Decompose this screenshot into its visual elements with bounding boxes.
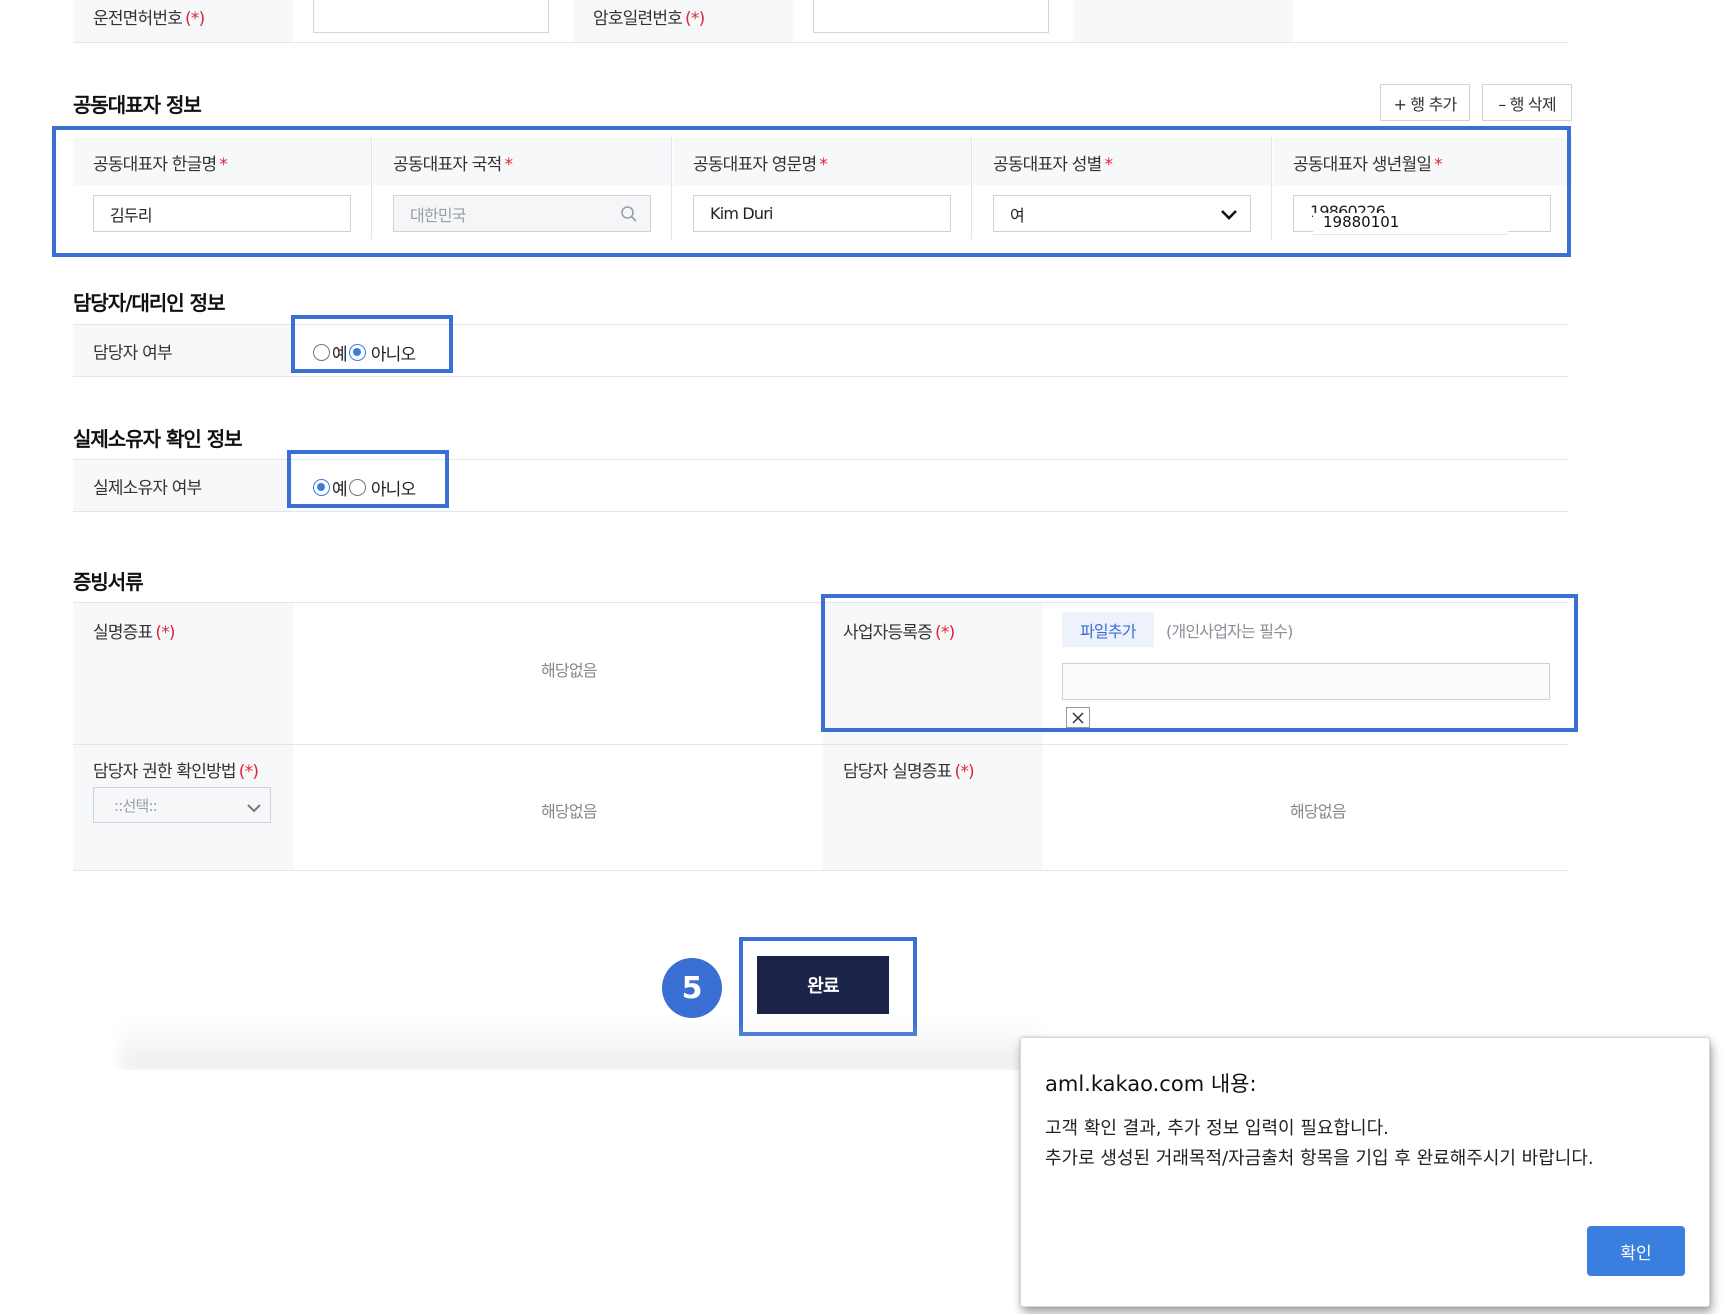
step-badge: 5: [662, 958, 722, 1018]
co-rep-title: 공동대표자 정보: [73, 93, 202, 117]
agent-id-label: 담당자 실명증표 (*): [843, 762, 975, 782]
chevron-down-icon: [246, 800, 262, 818]
serial-no-label-cell: 암호일련번호 (*): [573, 0, 793, 42]
owner-highlight: [287, 450, 449, 508]
docs-title: 증빙서류: [73, 570, 144, 594]
delete-row-button[interactable]: – 행 삭제: [1482, 84, 1572, 121]
license-row: 운전면허번호 (*) 암호일련번호 (*): [73, 0, 1569, 43]
page-blank-area: [0, 1070, 1030, 1314]
th: 담당자 여부: [73, 325, 293, 376]
dialog-message-line-1: 고객 확인 결과, 추가 정보 입력이 필요합니다.: [1045, 1118, 1389, 1139]
agent-highlight: [291, 315, 453, 373]
agent-id-value: 해당없음: [1290, 802, 1346, 821]
docs-row-2: 담당자 권한 확인방법 (*) ::선택:: 해당없음 담당자 실명증표 (*) 해…: [73, 745, 1569, 871]
co-rep-highlight: [52, 126, 1571, 257]
dialog-message-line-2: 추가로 생성된 거래목적/자금출처 항목을 기입 후 완료해주시기 바랍니다.: [1045, 1148, 1594, 1169]
dialog-ok-button[interactable]: 확인: [1587, 1226, 1685, 1276]
page: 운전면허번호 (*) 암호일련번호 (*) 공동대표자 정보 + 행 추가 – 행 …: [0, 0, 1724, 1314]
auth-method-select-value: ::선택::: [114, 796, 158, 815]
alert-dialog: aml.kakao.com 내용: 고객 확인 결과, 추가 정보 입력이 필요…: [1020, 1037, 1710, 1307]
biz-reg-highlight: [821, 594, 1578, 732]
complete-button[interactable]: 완료: [757, 956, 889, 1014]
real-name-id-cell: 실명증표 (*): [73, 603, 293, 744]
owner-title: 실제소유자 확인 정보: [73, 427, 243, 451]
license-no-input[interactable]: [313, 0, 549, 33]
auth-method-value: 해당없음: [541, 802, 597, 821]
serial-no-label: 암호일련번호 (*): [593, 9, 705, 29]
empty-label-cell: [1073, 0, 1293, 42]
real-name-id-label: 실명증표 (*): [93, 623, 176, 643]
page-shadow-edge: [120, 1020, 1040, 1072]
owner-row-label: 실제소유자 여부: [93, 478, 202, 498]
agent-row-label: 담당자 여부: [93, 343, 173, 363]
th: 실제소유자 여부: [73, 460, 293, 511]
auth-method-label: 담당자 권한 확인방법 (*): [93, 762, 259, 782]
agent-id-cell: 담당자 실명증표 (*): [823, 745, 1043, 870]
agent-title: 담당자/대리인 정보: [73, 291, 225, 315]
dialog-title: aml.kakao.com 내용:: [1045, 1072, 1257, 1096]
auth-method-select[interactable]: ::선택::: [93, 787, 271, 823]
license-no-label: 운전면허번호 (*): [93, 9, 205, 29]
real-name-id-value: 해당없음: [541, 661, 597, 680]
license-no-label-cell: 운전면허번호 (*): [73, 0, 293, 42]
serial-no-input[interactable]: [813, 0, 1049, 33]
auth-method-cell: 담당자 권한 확인방법 (*) ::선택::: [73, 745, 293, 870]
add-row-button[interactable]: + 행 추가: [1380, 84, 1470, 121]
